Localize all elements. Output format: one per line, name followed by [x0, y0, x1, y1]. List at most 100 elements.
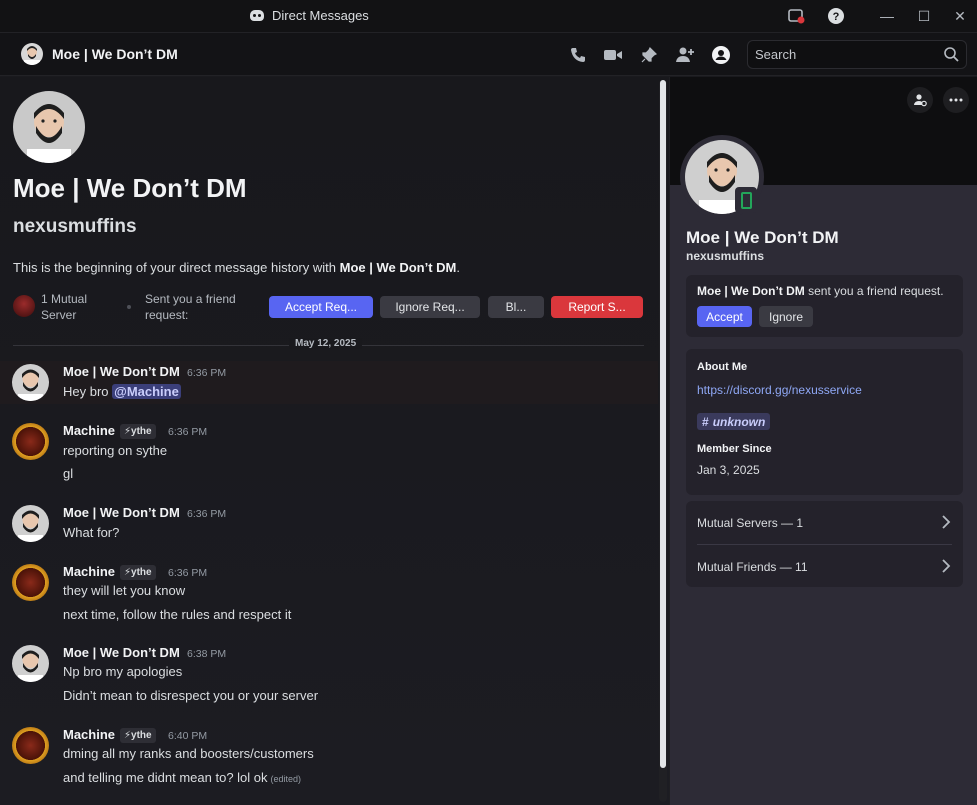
- channel-mention-name: unknown: [712, 414, 766, 429]
- friend-request-name: Moe | We Don’t DM: [697, 284, 805, 298]
- message-text: reporting on sythe: [63, 443, 168, 458]
- message-avatar[interactable]: [12, 423, 49, 460]
- message-author[interactable]: Machine: [63, 727, 115, 742]
- message-text: and telling me didnt mean to? lol ok: [63, 770, 268, 785]
- mutuals-card: Mutual Servers — 1 Mutual Friends — 11: [686, 501, 963, 587]
- message-timestamp: 6:36 PM: [168, 426, 208, 438]
- message-text: next time, follow the rules and respect …: [63, 607, 292, 622]
- message-content: and telling me didnt mean to? lol ok (edi…: [63, 770, 301, 785]
- search-box[interactable]: [747, 40, 967, 69]
- header-avatar[interactable]: [21, 43, 43, 65]
- intro-description: This is the beginning of your direct mes…: [13, 260, 460, 275]
- minimize-button[interactable]: —: [879, 8, 895, 24]
- server-tag[interactable]: ⚡ythe: [120, 565, 156, 580]
- member-since-date: Jan 3, 2025: [697, 463, 760, 477]
- chat-scrollbar-thumb[interactable]: [660, 80, 666, 768]
- friend-request-text: sent you a friend request.: [804, 284, 944, 298]
- hashtag-icon: #: [702, 414, 709, 429]
- message-text: What for?: [63, 525, 120, 540]
- channel-mention[interactable]: # unknown: [697, 413, 771, 430]
- window-title-text: Direct Messages: [272, 8, 369, 23]
- friend-request-card: Moe | We Don’t DM sent you a friend requ…: [686, 275, 963, 337]
- message-author[interactable]: Machine: [63, 423, 115, 438]
- close-button[interactable]: ✕: [952, 8, 968, 24]
- accept-button[interactable]: Accept: [697, 306, 752, 327]
- message-timestamp: 6:38 PM: [187, 648, 227, 660]
- intro-description-text: This is the beginning of your direct mes…: [13, 260, 340, 275]
- user-settings-icon[interactable]: [907, 87, 933, 113]
- message-text: they will let you know: [63, 583, 186, 598]
- message-avatar[interactable]: [12, 645, 49, 682]
- message-item[interactable]: Machine ⚡ythe 6:36 PM reporting on sythe…: [0, 420, 658, 481]
- message-timestamp: 6:36 PM: [168, 567, 208, 579]
- chat-area: Moe | We Don’t DM nexusmuffins This is t…: [0, 77, 669, 805]
- message-item[interactable]: Machine ⚡ythe 6:36 PM they will let you …: [0, 561, 658, 623]
- discord-logo-icon: [250, 10, 264, 21]
- mutual-server-icon[interactable]: [13, 295, 35, 317]
- message-item[interactable]: Moe | We Don’t DM 6:38 PM Np bro my apol…: [0, 642, 658, 704]
- message-author[interactable]: Moe | We Don’t DM: [63, 645, 180, 660]
- separator-dot: [127, 305, 131, 309]
- intro-avatar[interactable]: [13, 91, 85, 163]
- message-timestamp: 6:36 PM: [187, 508, 227, 520]
- mutual-friends-row[interactable]: Mutual Friends — 11: [697, 545, 957, 588]
- profile-panel: Moe | We Don’t DM nexusmuffins Moe | We …: [669, 77, 977, 805]
- message-item[interactable]: Machine ⚡ythe 6:40 PM dming all my ranks…: [0, 724, 658, 790]
- message-author[interactable]: Moe | We Don’t DM: [63, 364, 180, 379]
- add-friends-to-dm-icon[interactable]: [675, 45, 695, 65]
- mutual-servers-label: Mutual Servers — 1: [697, 515, 804, 530]
- message-text: dming all my ranks and boosters/customer…: [63, 746, 314, 761]
- message-avatar[interactable]: [12, 364, 49, 401]
- ignore-button[interactable]: Ignore: [759, 306, 813, 327]
- search-icon[interactable]: [943, 46, 959, 62]
- profile-username: nexusmuffins: [686, 249, 765, 263]
- message-avatar[interactable]: [12, 505, 49, 542]
- message-timestamp: 6:36 PM: [187, 367, 227, 379]
- message-text: Np bro my apologies: [63, 664, 183, 679]
- friend-request-text: Sent you a friend request:: [145, 292, 236, 322]
- more-options-icon[interactable]: [943, 87, 969, 113]
- header-title: Moe | We Don’t DM: [52, 46, 178, 62]
- user-profile-icon[interactable]: [711, 45, 731, 65]
- mutual-servers-link[interactable]: 1 Mutual Server: [41, 291, 111, 323]
- message-avatar[interactable]: [12, 727, 49, 764]
- message-content: Hey bro @Machine: [63, 384, 181, 399]
- voice-call-icon[interactable]: [568, 45, 588, 65]
- discord-window: Direct Messages ? — ☐ ✕ Moe | We Don’t D…: [0, 0, 977, 805]
- dm-header: Moe | We Don’t DM: [0, 33, 977, 76]
- video-call-icon[interactable]: [603, 45, 623, 65]
- about-me-link[interactable]: https://discord.gg/nexusservice: [697, 383, 862, 397]
- screen-share-icon[interactable]: [787, 7, 805, 25]
- report-spam-button[interactable]: Report S...: [551, 296, 643, 318]
- message-author[interactable]: Machine: [63, 564, 115, 579]
- title-bar: Direct Messages ? — ☐ ✕: [0, 0, 977, 33]
- friend-request-bar: 1 Mutual Server Sent you a friend reques…: [13, 291, 653, 323]
- mutual-servers-row[interactable]: Mutual Servers — 1: [697, 501, 957, 544]
- message-item[interactable]: Moe | We Don’t DM 6:36 PM What for?: [0, 502, 658, 544]
- about-me-heading: About Me: [697, 361, 748, 373]
- server-tag[interactable]: ⚡ythe: [120, 424, 156, 439]
- message-author[interactable]: Moe | We Don’t DM: [63, 505, 180, 520]
- user-mention[interactable]: @Machine: [112, 384, 181, 399]
- date-divider-label: May 12, 2025: [289, 338, 363, 349]
- mobile-status-icon: [735, 187, 757, 213]
- server-tag[interactable]: ⚡ythe: [120, 728, 156, 743]
- message-item[interactable]: Moe | We Don’t DM 6:36 PM Hey bro @Machi…: [0, 361, 658, 404]
- message-avatar[interactable]: [12, 564, 49, 601]
- block-button[interactable]: Bl...: [488, 296, 544, 318]
- intro-display-name: Moe | We Don’t DM: [13, 173, 247, 203]
- member-since-heading: Member Since: [697, 443, 772, 455]
- svg-text:?: ?: [833, 11, 840, 23]
- help-icon[interactable]: ?: [827, 7, 845, 25]
- message-text: Hey bro: [63, 384, 113, 399]
- message-timestamp: 6:40 PM: [168, 730, 208, 742]
- pinned-messages-icon[interactable]: [639, 45, 659, 65]
- message-text: gl: [63, 466, 74, 481]
- maximize-button[interactable]: ☐: [916, 8, 932, 24]
- about-card: About Me https://discord.gg/nexusservice…: [686, 349, 963, 495]
- intro-description-end: .: [456, 260, 461, 275]
- ignore-request-button[interactable]: Ignore Req...: [380, 296, 480, 318]
- accept-request-button[interactable]: Accept Req...: [269, 296, 373, 318]
- search-input[interactable]: [755, 47, 935, 62]
- window-title: Direct Messages: [250, 8, 369, 23]
